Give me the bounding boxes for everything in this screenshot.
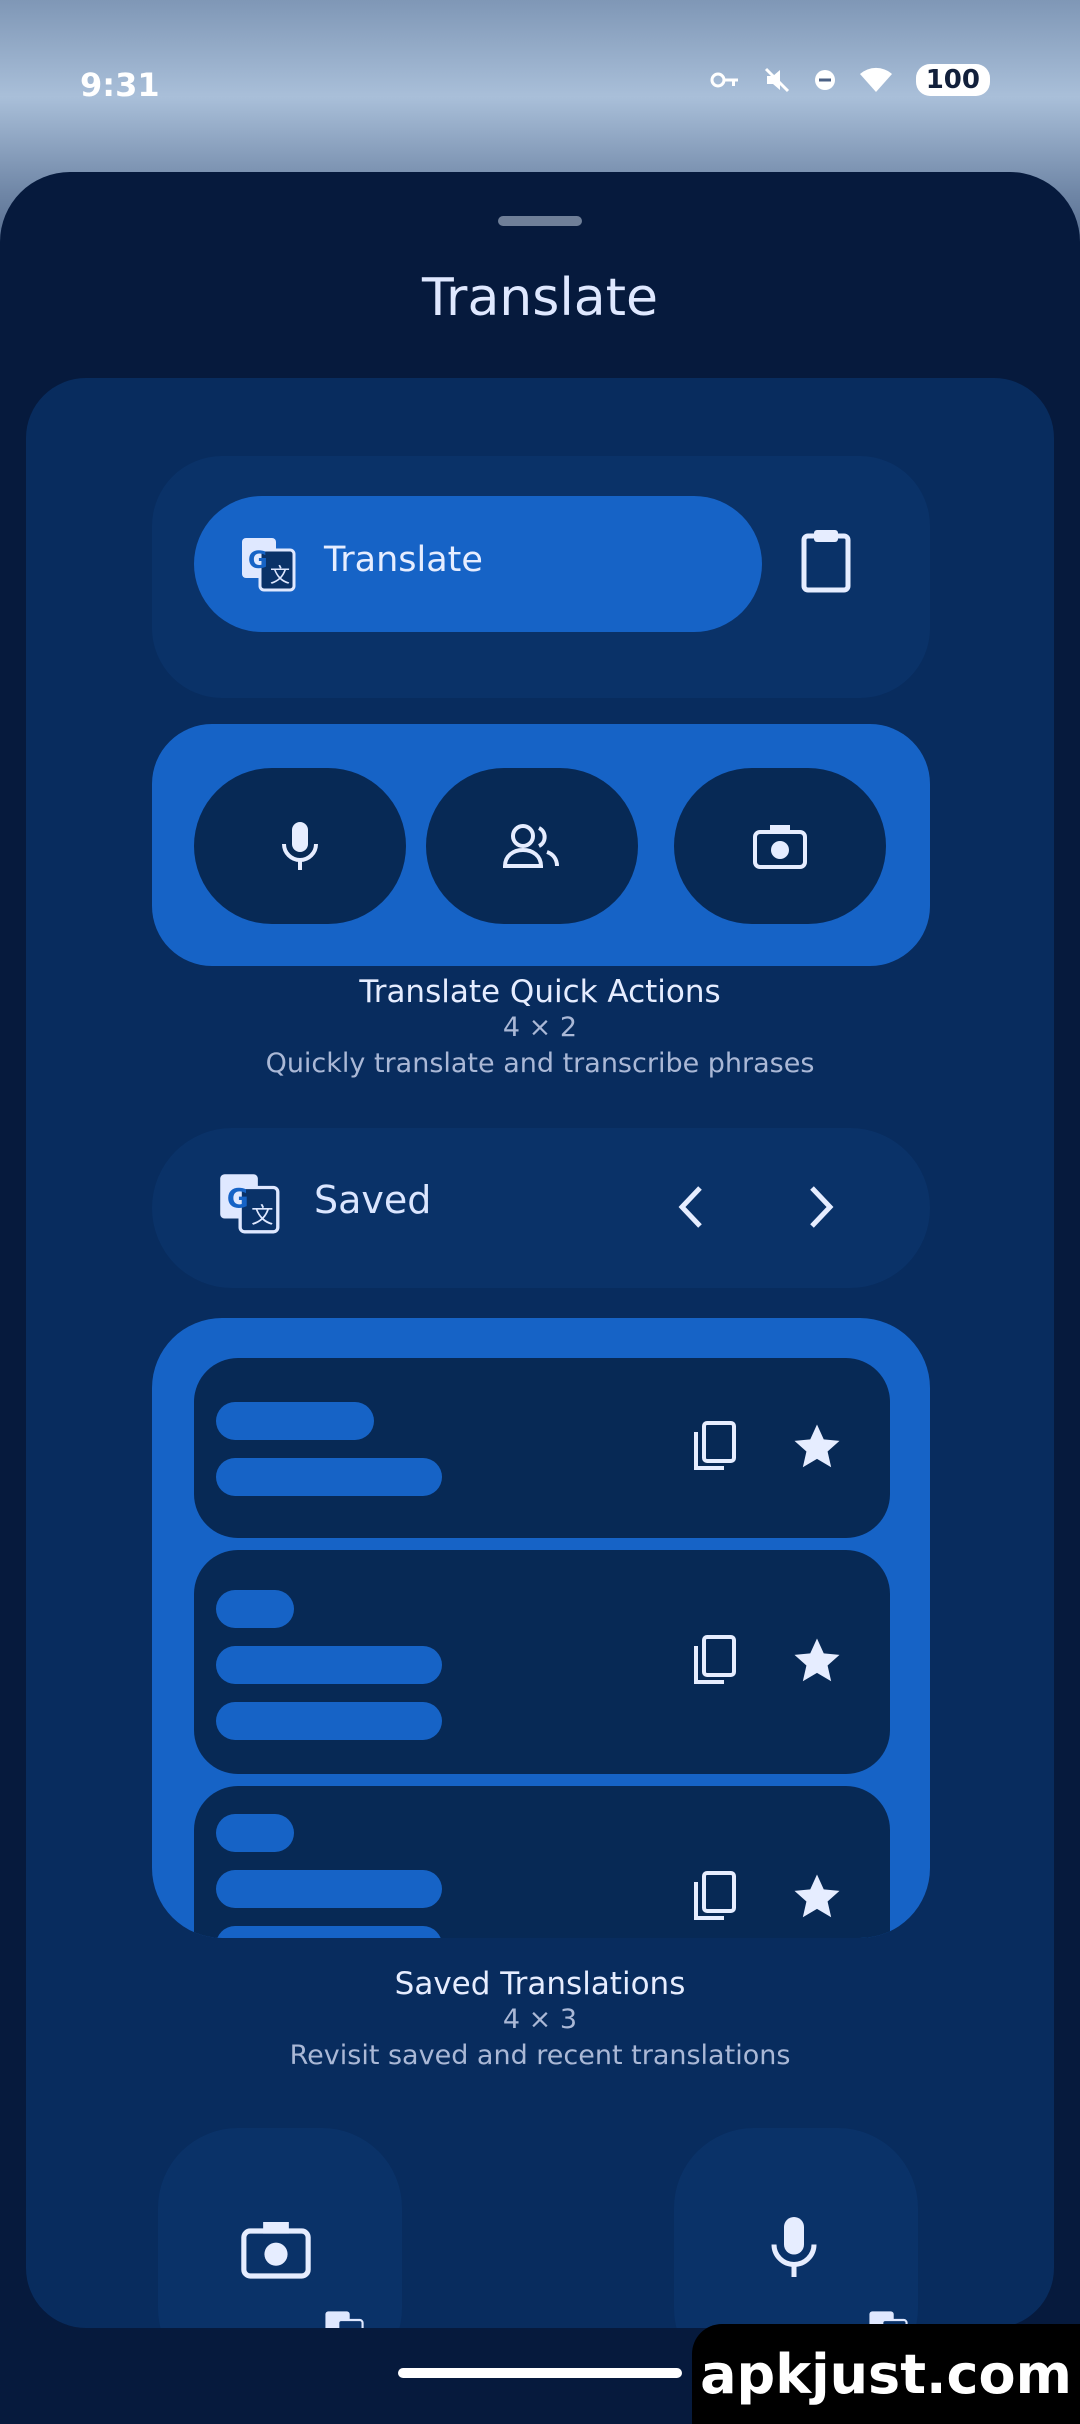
camera-translate-button[interactable] bbox=[674, 768, 886, 924]
status-icons: 100 bbox=[710, 64, 990, 96]
saved-label: Saved bbox=[314, 1178, 432, 1222]
gesture-navigation-bar[interactable] bbox=[398, 2368, 682, 2378]
placeholder-line bbox=[216, 1458, 442, 1496]
translate-pill-label: Translate bbox=[324, 540, 483, 580]
sheet-title: Translate bbox=[421, 268, 659, 328]
google-translate-icon bbox=[325, 2311, 364, 2328]
drag-handle[interactable] bbox=[498, 216, 582, 226]
copy-icon[interactable] bbox=[690, 1420, 738, 1474]
placeholder-line bbox=[216, 1870, 442, 1908]
camera-widget-preview[interactable] bbox=[158, 2128, 402, 2328]
star-icon[interactable] bbox=[790, 1420, 844, 1474]
quick-actions-description: Quickly translate and transcribe phrases bbox=[265, 1048, 815, 1079]
camera-icon bbox=[753, 825, 807, 869]
saved-translations-title: Saved Translations bbox=[394, 1966, 686, 2002]
saved-translations-preview[interactable] bbox=[152, 1318, 930, 1938]
copy-icon[interactable] bbox=[690, 1870, 738, 1924]
voice-translate-button[interactable] bbox=[194, 768, 406, 924]
people-icon bbox=[502, 824, 559, 868]
translate-pill-button[interactable]: G 文 Translate bbox=[194, 496, 762, 632]
placeholder-line bbox=[216, 1926, 442, 1938]
widget-picker-sheet: Translate G 文 Translate Translate Quick … bbox=[0, 172, 1080, 2424]
camera-icon bbox=[241, 2222, 311, 2279]
star-icon[interactable] bbox=[790, 1634, 844, 1688]
quick-actions-size: 4 × 2 bbox=[502, 1012, 578, 1043]
placeholder-line bbox=[216, 1590, 294, 1628]
conversation-button[interactable] bbox=[426, 768, 638, 924]
wifi-icon bbox=[859, 67, 892, 92]
saved-translations-description: Revisit saved and recent translations bbox=[289, 2040, 791, 2071]
google-translate-icon: G 文 bbox=[242, 538, 296, 592]
chevron-left-icon[interactable] bbox=[676, 1184, 706, 1230]
do-not-disturb-icon bbox=[814, 70, 835, 90]
microphone-icon bbox=[771, 2217, 817, 2277]
star-icon[interactable] bbox=[790, 1870, 844, 1924]
svg-text:文: 文 bbox=[270, 563, 290, 587]
voice-widget-preview[interactable] bbox=[674, 2128, 918, 2328]
vpn-key-icon bbox=[710, 72, 738, 88]
microphone-icon bbox=[282, 822, 318, 870]
placeholder-line bbox=[216, 1814, 294, 1852]
widget-list-panel[interactable]: G 文 Translate Translate Quick Actions 4 … bbox=[26, 378, 1054, 2328]
svg-text:G: G bbox=[227, 1183, 249, 1214]
svg-text:G: G bbox=[248, 546, 268, 574]
saved-translations-size: 4 × 3 bbox=[502, 2004, 578, 2035]
placeholder-line bbox=[216, 1646, 442, 1684]
saved-row-3[interactable] bbox=[194, 1786, 890, 1938]
placeholder-line bbox=[216, 1702, 442, 1740]
watermark: apkjust.com bbox=[692, 2324, 1080, 2424]
battery-indicator: 100 bbox=[915, 64, 990, 96]
clipboard-icon[interactable] bbox=[796, 526, 856, 596]
quick-actions-title: Translate Quick Actions bbox=[359, 974, 721, 1010]
status-time: 9:31 bbox=[80, 66, 160, 104]
saved-row-1[interactable] bbox=[194, 1358, 890, 1538]
status-bar: 9:31 100 bbox=[0, 0, 1080, 172]
placeholder-line bbox=[216, 1402, 374, 1440]
svg-text:文: 文 bbox=[251, 1203, 273, 1229]
saved-row-2[interactable] bbox=[194, 1550, 890, 1774]
copy-icon[interactable] bbox=[690, 1634, 738, 1688]
mute-icon bbox=[764, 67, 789, 93]
chevron-right-icon[interactable] bbox=[806, 1184, 836, 1230]
google-translate-icon: G 文 bbox=[220, 1174, 280, 1234]
